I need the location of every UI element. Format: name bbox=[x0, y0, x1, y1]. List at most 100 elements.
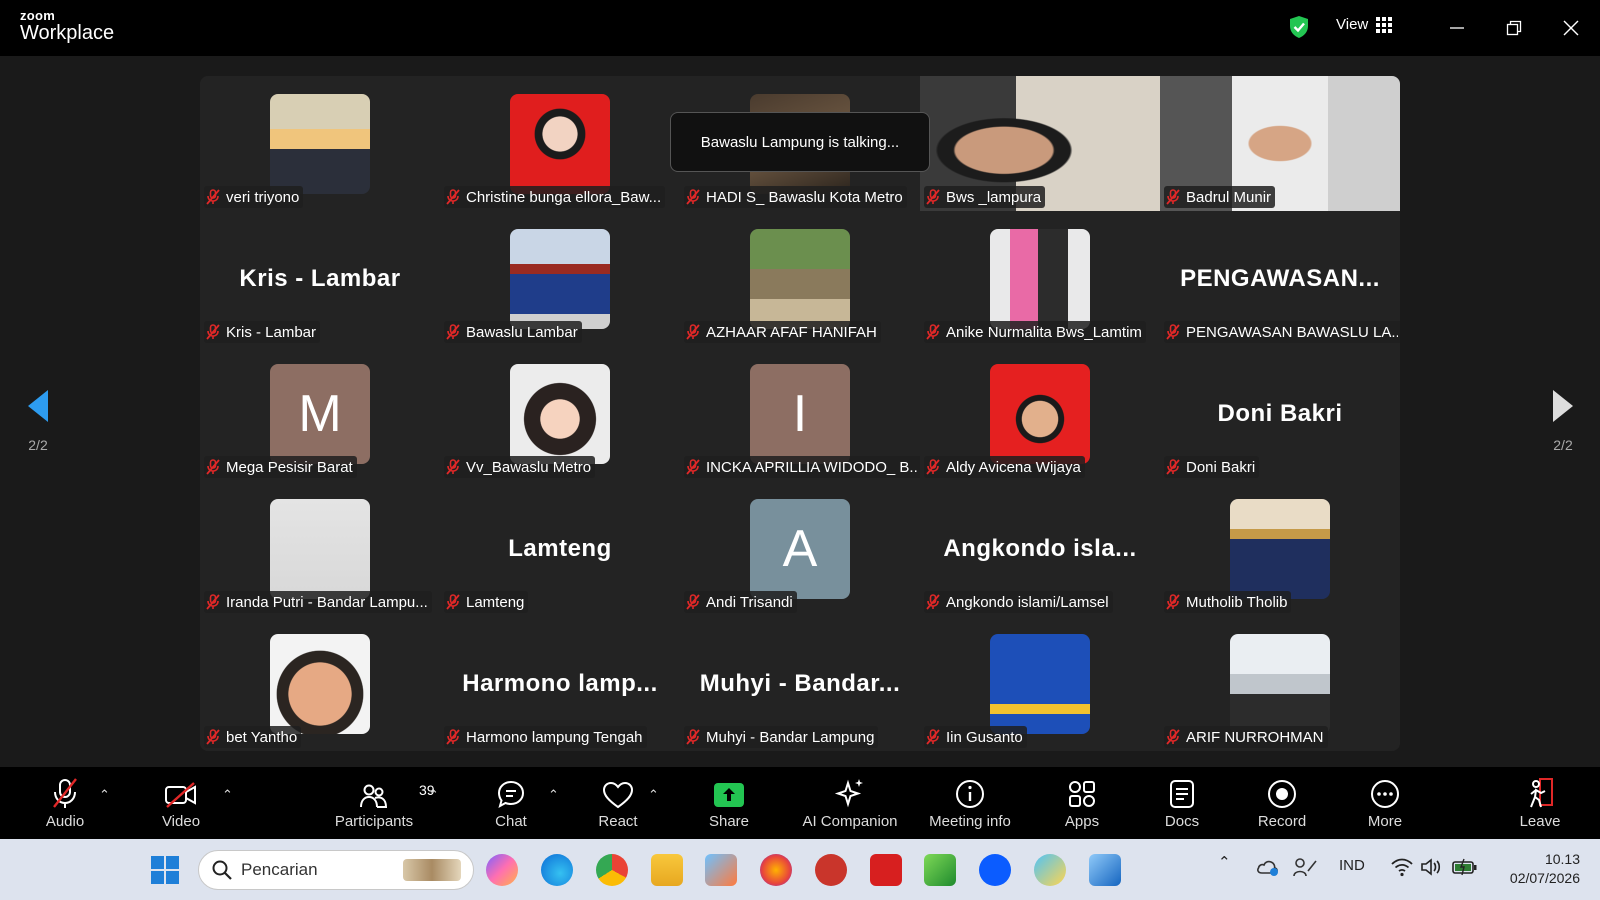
participant-tile[interactable]: Anike Nurmalita Bws_Lamtim bbox=[920, 211, 1160, 346]
shield-icon[interactable] bbox=[1288, 15, 1310, 39]
participant-name-bar: INCKA APRILLIA WIDODO_ B... bbox=[684, 456, 920, 478]
search-icon bbox=[212, 860, 232, 880]
participant-tile[interactable]: Bws _lampura bbox=[920, 76, 1160, 211]
language-indicator[interactable]: IND bbox=[1339, 857, 1365, 874]
participant-tile[interactable]: Aldy Avicena Wijaya bbox=[920, 346, 1160, 481]
volume-icon[interactable] bbox=[1420, 857, 1442, 877]
zoom-app-icon[interactable] bbox=[979, 854, 1011, 886]
participant-tile[interactable]: Doni Bakri Doni Bakri bbox=[1160, 346, 1400, 481]
participant-tile[interactable]: veri triyono bbox=[200, 76, 440, 211]
participant-tile[interactable]: Christine bunga ellora_Baw... bbox=[440, 76, 680, 211]
chat-options-caret[interactable]: ⌃ bbox=[548, 787, 559, 803]
participant-name: Bawaslu Lambar bbox=[466, 323, 578, 341]
more-button[interactable]: More bbox=[1362, 767, 1408, 839]
participant-avatar bbox=[510, 94, 610, 194]
participant-tile[interactable]: Lamteng Lamteng bbox=[440, 481, 680, 616]
participant-tile[interactable]: Muhyi - Bandar... Muhyi - Bandar Lampung bbox=[680, 616, 920, 751]
view-button[interactable]: View bbox=[1336, 16, 1393, 33]
react-options-caret[interactable]: ⌃ bbox=[648, 787, 659, 803]
apps-label: Apps bbox=[1064, 813, 1100, 830]
battery-icon[interactable] bbox=[1452, 857, 1478, 877]
green-app-icon[interactable] bbox=[924, 854, 956, 886]
video-button[interactable]: Video bbox=[150, 767, 212, 839]
participant-tile[interactable]: AZHAAR AFAF HANIFAH bbox=[680, 211, 920, 346]
view-label: View bbox=[1336, 16, 1369, 33]
participant-tile[interactable]: Iranda Putri - Bandar Lampu... bbox=[200, 481, 440, 616]
show-hidden-icons-button[interactable]: ⌃ bbox=[1218, 853, 1231, 871]
powerpoint-app-icon[interactable] bbox=[815, 854, 847, 886]
react-button[interactable]: React bbox=[592, 767, 644, 839]
close-button[interactable] bbox=[1557, 14, 1585, 42]
mic-muted-icon bbox=[206, 324, 220, 340]
participant-name: INCKA APRILLIA WIDODO_ B... bbox=[706, 458, 918, 476]
next-page-button[interactable]: 2/2 bbox=[1543, 388, 1583, 453]
participant-name-bar: Mega Pesisir Barat bbox=[204, 456, 357, 478]
participant-tile[interactable]: I INCKA APRILLIA WIDODO_ B... bbox=[680, 346, 920, 481]
ai-companion-button[interactable]: AI Companion bbox=[800, 767, 900, 839]
participant-name: Lamteng bbox=[466, 593, 525, 611]
participant-name-bar: Bws _lampura bbox=[924, 186, 1046, 208]
cloud-sync-icon[interactable] bbox=[1256, 857, 1280, 877]
chrome-browser-icon[interactable] bbox=[596, 854, 628, 886]
pen-input-icon[interactable] bbox=[1292, 857, 1318, 877]
participant-tile[interactable]: ARIF NURROHMAN bbox=[1160, 616, 1400, 751]
windows-start-icon[interactable] bbox=[150, 855, 180, 885]
participant-name-bar: Badrul Munir bbox=[1164, 186, 1276, 208]
participant-tile[interactable]: A Andi Trisandi bbox=[680, 481, 920, 616]
participant-name: Bws _lampura bbox=[946, 188, 1042, 206]
meeting-stage: 2/2 2/2 veri triyono Christine bunga ello… bbox=[0, 56, 1600, 767]
share-button[interactable]: Share bbox=[704, 767, 754, 839]
participant-avatar bbox=[270, 94, 370, 194]
participant-initial-avatar: I bbox=[750, 364, 850, 464]
participant-name-bar: Vv_Bawaslu Metro bbox=[444, 456, 596, 478]
participant-name-bar: Mutholib Tholib bbox=[1164, 591, 1292, 613]
participant-tile[interactable]: bet Yantho bbox=[200, 616, 440, 751]
participant-tile[interactable]: Vv_Bawaslu Metro bbox=[440, 346, 680, 481]
chat-app-icon[interactable] bbox=[1034, 854, 1066, 886]
mic-muted-icon bbox=[1166, 459, 1180, 475]
title-bar: zoom Workplace View bbox=[0, 0, 1600, 56]
search-highlight-image bbox=[403, 859, 461, 881]
participant-tile[interactable]: Bawaslu Lambar bbox=[440, 211, 680, 346]
participant-tile[interactable]: Badrul Munir bbox=[1160, 76, 1400, 211]
participant-avatar bbox=[1230, 634, 1330, 734]
chat-button[interactable]: Chat bbox=[488, 767, 534, 839]
taskbar-search[interactable]: Pencarian bbox=[198, 850, 474, 890]
meeting-info-button[interactable]: Meeting info bbox=[922, 767, 1018, 839]
firefox-browser-icon[interactable] bbox=[760, 854, 792, 886]
apps-button[interactable]: Apps bbox=[1058, 767, 1106, 839]
mic-muted-icon bbox=[1166, 324, 1180, 340]
mic-muted-icon bbox=[686, 189, 700, 205]
participants-options-caret[interactable]: ⌃ bbox=[428, 787, 439, 803]
participant-tile[interactable]: Iin Gusanto bbox=[920, 616, 1160, 751]
docs-button[interactable]: Docs bbox=[1160, 767, 1204, 839]
participants-button[interactable]: 39 Participants bbox=[330, 767, 435, 839]
participant-tile[interactable]: M Mega Pesisir Barat bbox=[200, 346, 440, 481]
participant-name-bar: bet Yantho bbox=[204, 726, 302, 748]
leave-button[interactable]: Leave bbox=[1518, 767, 1562, 839]
edge-browser-icon[interactable] bbox=[541, 854, 573, 886]
participant-tile[interactable]: PENGAWASAN... PENGAWASAN BAWASLU LA... bbox=[1160, 211, 1400, 346]
restore-button[interactable] bbox=[1500, 14, 1528, 42]
video-options-caret[interactable]: ⌃ bbox=[222, 787, 233, 803]
minimize-button[interactable] bbox=[1443, 14, 1471, 42]
system-clock[interactable]: 10.13 02/07/2026 bbox=[1490, 850, 1580, 888]
participant-tile[interactable]: Harmono lamp... Harmono lampung Tengah bbox=[440, 616, 680, 751]
participant-tile[interactable]: Mutholib Tholib bbox=[1160, 481, 1400, 616]
photos-app-icon[interactable] bbox=[1089, 854, 1121, 886]
media-player-icon[interactable] bbox=[705, 854, 737, 886]
pdf-reader-icon[interactable] bbox=[870, 854, 902, 886]
file-explorer-icon[interactable] bbox=[651, 854, 683, 886]
participant-avatar bbox=[990, 634, 1090, 734]
prev-page-button[interactable]: 2/2 bbox=[18, 388, 58, 453]
audio-options-caret[interactable]: ⌃ bbox=[99, 787, 110, 803]
more-icon bbox=[1371, 780, 1399, 808]
copilot-app-icon[interactable] bbox=[486, 854, 518, 886]
page-indicator-right: 2/2 bbox=[1553, 437, 1573, 453]
participant-tile[interactable]: Angkondo isla... Angkondo islami/Lamsel bbox=[920, 481, 1160, 616]
record-button[interactable]: Record bbox=[1254, 767, 1310, 839]
audio-button[interactable]: Audio bbox=[34, 767, 96, 839]
participant-tile[interactable]: Kris - Lambar Kris - Lambar bbox=[200, 211, 440, 346]
wifi-icon[interactable] bbox=[1390, 857, 1414, 877]
mic-muted-icon bbox=[926, 459, 940, 475]
